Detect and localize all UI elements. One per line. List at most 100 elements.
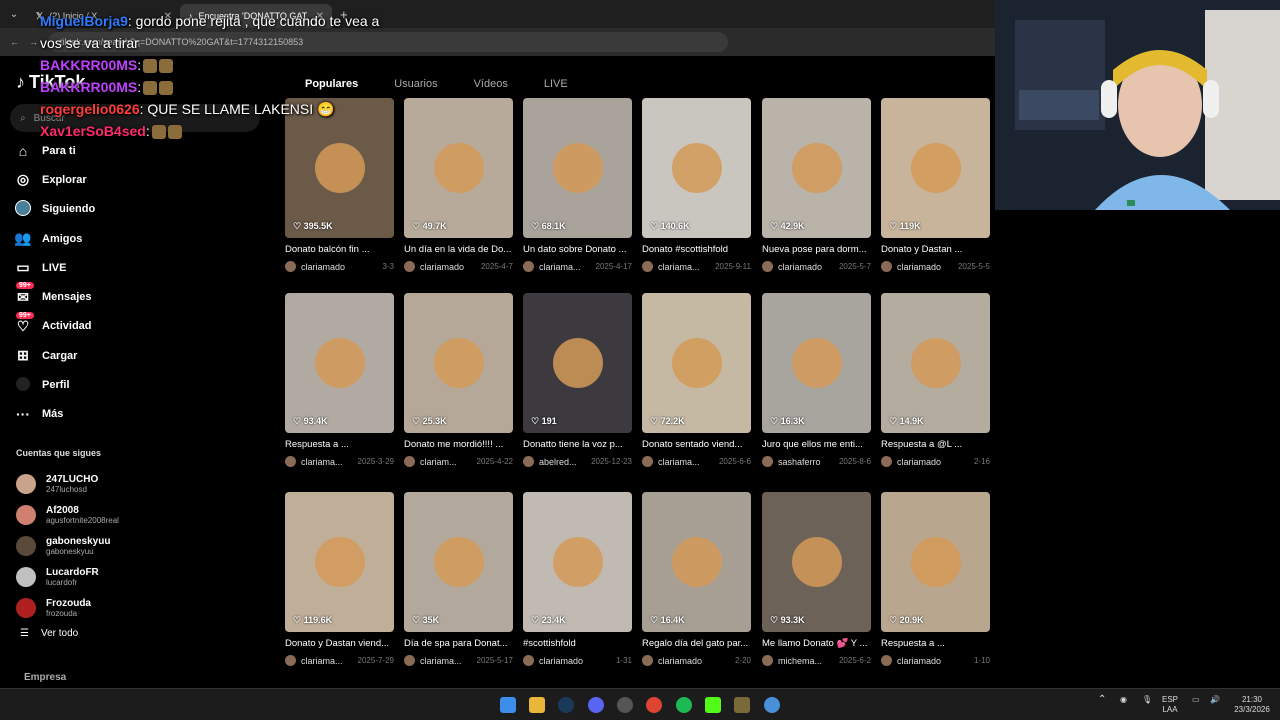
author-name[interactable]: clariam... <box>420 457 457 467</box>
following-account[interactable]: gaboneskyuu gaboneskyuu <box>16 530 119 561</box>
video-caption[interactable]: Donato y Dastan viend... <box>285 638 394 649</box>
back-icon[interactable]: ← <box>10 37 19 47</box>
video-caption[interactable]: Donatto tiene la voz p... <box>523 439 632 450</box>
video-thumbnail[interactable]: ♡ 191 <box>523 293 632 433</box>
sidebar-item-mensajes[interactable]: ✉ 99+ Mensajes <box>14 282 95 311</box>
spotify-icon[interactable] <box>676 697 692 713</box>
language-indicator[interactable]: ESP LAA <box>1162 695 1178 715</box>
video-thumbnail[interactable]: ♡ 14.9K <box>881 293 990 433</box>
video-caption[interactable]: Me llamo Donato 💕 Y ... <box>762 638 871 649</box>
video-card[interactable]: ♡ 14.9K Respuesta a @L ... clariamado 2-16 <box>881 293 990 467</box>
video-card[interactable]: ♡ 93.4K Respuesta a ... clariama... 2025-3-… <box>285 293 394 467</box>
video-card[interactable]: ♡ 140.6K Donato #scottishfold clariama... 2… <box>642 98 751 272</box>
video-card[interactable]: ♡ 35K Día de spa para Donat... clariama...… <box>404 492 513 666</box>
author-name[interactable]: clariama... <box>301 457 343 467</box>
kick-icon[interactable] <box>705 697 721 713</box>
author-avatar[interactable] <box>285 261 296 272</box>
video-caption[interactable]: Donato #scottishfold <box>642 244 751 255</box>
video-thumbnail[interactable]: ♡ 23.4K <box>523 492 632 632</box>
video-caption[interactable]: #scottishfold <box>523 638 632 649</box>
author-avatar[interactable] <box>523 456 534 467</box>
video-thumbnail[interactable]: ♡ 20.9K <box>881 492 990 632</box>
author-avatar[interactable] <box>762 456 773 467</box>
video-card[interactable]: ♡ 49.7K Un día en la vida de Do... clariam… <box>404 98 513 272</box>
video-card[interactable]: ♡ 20.9K Respuesta a ... clariamado 1-10 <box>881 492 990 666</box>
tab-usuarios[interactable]: Usuarios <box>394 78 437 90</box>
author-avatar[interactable] <box>642 261 653 272</box>
video-card[interactable]: ♡ 93.3K Me llamo Donato 💕 Y ... michema...… <box>762 492 871 666</box>
video-caption[interactable]: Juro que ellos me enti... <box>762 439 871 450</box>
sidebar-item-perfil[interactable]: Perfil <box>14 370 95 399</box>
video-thumbnail[interactable]: ♡ 72.2K <box>642 293 751 433</box>
tab-live[interactable]: LIVE <box>544 78 568 90</box>
video-caption[interactable]: Día de spa para Donat... <box>404 638 513 649</box>
author-name[interactable]: sashaferro <box>778 457 821 467</box>
video-thumbnail[interactable]: ♡ 16.4K <box>642 492 751 632</box>
video-card[interactable]: ♡ 25.3K Donato me mordió!!!! ... clariam..… <box>404 293 513 467</box>
video-caption[interactable]: Nueva pose para dorm... <box>762 244 871 255</box>
video-card[interactable]: ♡ 72.2K Donato sentado viend... clariama..… <box>642 293 751 467</box>
author-name[interactable]: clariama... <box>539 262 581 272</box>
network-icon[interactable]: ◉ <box>1120 695 1127 705</box>
author-avatar[interactable] <box>881 655 892 666</box>
following-account[interactable]: 247LUCHO 247luchosd <box>16 468 119 499</box>
author-name[interactable]: clariamado <box>658 656 702 666</box>
author-avatar[interactable] <box>881 456 892 467</box>
video-thumbnail[interactable]: ♡ 119K <box>881 98 990 238</box>
video-card[interactable]: ♡ 119K Donato y Dastan ... clariamado 2025-… <box>881 98 990 272</box>
app-icon[interactable] <box>764 697 780 713</box>
video-thumbnail[interactable]: ♡ 42.9K <box>762 98 871 238</box>
author-name[interactable]: clariamado <box>897 656 941 666</box>
sidebar-item-siguiendo[interactable]: Siguiendo <box>14 195 95 224</box>
app-icon[interactable] <box>734 697 750 713</box>
author-name[interactable]: clariama... <box>658 457 700 467</box>
author-avatar[interactable] <box>285 456 296 467</box>
forward-icon[interactable]: → <box>29 37 38 47</box>
author-name[interactable]: clariamado <box>539 656 583 666</box>
tab-list-chevron-icon[interactable]: ⌄ <box>0 9 28 20</box>
video-thumbnail[interactable]: ♡ 68.1K <box>523 98 632 238</box>
author-name[interactable]: clariamado <box>897 262 941 272</box>
clock[interactable]: 21:30 23/3/2026 <box>1228 695 1276 715</box>
author-name[interactable]: clariama... <box>658 262 700 272</box>
video-caption[interactable]: Un dato sobre Donato ... <box>523 244 632 255</box>
author-avatar[interactable] <box>762 655 773 666</box>
video-thumbnail[interactable]: ♡ 93.4K <box>285 293 394 433</box>
tab-videos[interactable]: Vídeos <box>474 78 508 90</box>
discord-icon[interactable] <box>588 697 604 713</box>
video-card[interactable]: ♡ 23.4K #scottishfold clariamado 1-31 <box>523 492 632 666</box>
author-name[interactable]: abelred... <box>539 457 577 467</box>
sidebar-item-explorar[interactable]: ◎ Explorar <box>14 165 95 194</box>
author-name[interactable]: clariamado <box>301 262 345 272</box>
file-explorer-icon[interactable] <box>529 697 545 713</box>
sidebar-item-mas[interactable]: ··· Más <box>14 400 95 429</box>
volume-icon[interactable]: 🔊 <box>1210 695 1220 705</box>
video-card[interactable]: ♡ 68.1K Un dato sobre Donato ... clariama.… <box>523 98 632 272</box>
sidebar-item-amigos[interactable]: 👥 Amigos <box>14 224 95 253</box>
video-caption[interactable]: Donato me mordió!!!! ... <box>404 439 513 450</box>
microphone-icon[interactable]: 🎙 <box>1142 695 1152 705</box>
sidebar-item-live[interactable]: ▭ LIVE <box>14 253 95 282</box>
author-avatar[interactable] <box>523 261 534 272</box>
video-card[interactable]: ♡ 191 Donatto tiene la voz p... abelred...… <box>523 293 632 467</box>
author-name[interactable]: clariamado <box>897 457 941 467</box>
video-thumbnail[interactable]: ♡ 140.6K <box>642 98 751 238</box>
chrome-icon[interactable] <box>646 697 662 713</box>
following-account[interactable]: LucardoFR lucardofr <box>16 561 119 592</box>
video-thumbnail[interactable]: ♡ 49.7K <box>404 98 513 238</box>
author-name[interactable]: clariamado <box>420 262 464 272</box>
author-name[interactable]: clariama... <box>301 656 343 666</box>
author-avatar[interactable] <box>881 261 892 272</box>
company-link[interactable]: Empresa <box>24 672 66 683</box>
video-caption[interactable]: Respuesta a @L ... <box>881 439 990 450</box>
author-avatar[interactable] <box>642 456 653 467</box>
video-caption[interactable]: Donato y Dastan ... <box>881 244 990 255</box>
see-all-link[interactable]: ☰ Ver todo <box>20 628 78 639</box>
video-card[interactable]: ♡ 16.3K Juro que ellos me enti... sashafer… <box>762 293 871 467</box>
obs-icon[interactable] <box>617 697 633 713</box>
video-thumbnail[interactable]: ♡ 35K <box>404 492 513 632</box>
video-thumbnail[interactable]: ♡ 16.3K <box>762 293 871 433</box>
following-account[interactable]: Frozouda frozouda <box>16 592 119 623</box>
following-account[interactable]: Af2008 agusfortnite2008real <box>16 499 119 530</box>
author-name[interactable]: clariama... <box>420 656 462 666</box>
